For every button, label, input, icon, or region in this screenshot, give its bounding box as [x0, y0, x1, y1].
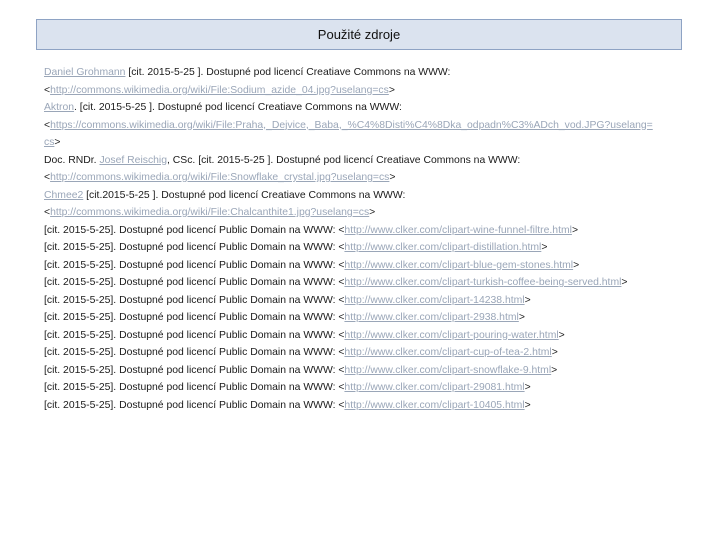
clipart-link[interactable]: http://www.clker.com/clipart-blue-gem-st…: [344, 260, 573, 271]
clipart-reference: [cit. 2015-5-25]. Dostupné pod licencí P…: [44, 397, 694, 415]
reference-line: Doc. RNDr. Josef Reischig, CSc. [cit. 20…: [44, 152, 694, 170]
clipart-link[interactable]: http://www.clker.com/clipart-distillatio…: [344, 242, 541, 253]
bracket-close: >: [541, 242, 548, 253]
clipart-link[interactable]: http://www.clker.com/clipart-14238.html: [344, 295, 524, 306]
bracket-close: >: [369, 207, 376, 218]
reference-text: [cit. 2015-5-25]. Dostupné pod licencí P…: [44, 364, 339, 376]
reference-line: Chmee2 [cit.2015-5-25 ]. Dostupné pod li…: [44, 187, 694, 205]
reference-line: <http://commons.wikimedia.org/wiki/File:…: [44, 204, 694, 222]
reference-line: <http://commons.wikimedia.org/wiki/File:…: [44, 82, 694, 100]
bracket-close: >: [388, 84, 395, 96]
reference-text: [cit. 2015-5-25]. Dostupné pod licencí P…: [44, 347, 339, 358]
clipart-link[interactable]: http://www.clker.com/clipart-wine-funnel…: [344, 225, 572, 236]
clipart-reference: [cit. 2015-5-25]. Dostupné pod licencí P…: [44, 292, 694, 310]
source-link[interactable]: https://commons.wikimedia.org/wiki/File:…: [50, 120, 653, 131]
clipart-link[interactable]: http://www.clker.com/clipart-2938.html: [344, 312, 518, 323]
clipart-link[interactable]: http://www.clker.com/clipart-turkish-cof…: [344, 277, 621, 288]
slide-title: Použité zdroje: [317, 27, 401, 42]
clipart-link[interactable]: http://www.clker.com/clipart-29081.html: [344, 382, 524, 393]
source-link[interactable]: http://commons.wikimedia.org/wiki/File:C…: [50, 207, 369, 218]
clipart-reference: [cit. 2015-5-25]. Dostupné pod licencí P…: [44, 379, 694, 397]
reference-text: . [cit. 2015-5-25 ]. Dostupné pod licenc…: [74, 102, 402, 113]
bracket-close: >: [571, 224, 579, 236]
bracket-close: >: [54, 137, 61, 148]
clipart-link[interactable]: http://www.clker.com/clipart-snowflake-9…: [344, 365, 551, 376]
clipart-reference: [cit. 2015-5-25]. Dostupné pod licencí P…: [44, 274, 694, 292]
bracket-close: >: [551, 347, 558, 358]
reference-text: [cit. 2015-5-25]. Dostupné pod licencí P…: [44, 329, 339, 341]
bracket-close: >: [621, 277, 628, 288]
clipart-reference: [cit. 2015-5-25]. Dostupné pod licencí P…: [44, 309, 694, 327]
reference-text: [cit. 2015-5-25]. Dostupné pod licencí P…: [44, 312, 339, 323]
reference-text: [cit. 2015-5-25]. Dostupné pod licencí P…: [44, 399, 339, 411]
reference-text: [cit. 2015-5-25]. Dostupné pod licencí P…: [44, 277, 339, 288]
clipart-link[interactable]: http://www.clker.com/clipart-cup-of-tea-…: [344, 347, 551, 358]
clipart-reference: [cit. 2015-5-25]. Dostupné pod licencí P…: [44, 222, 694, 240]
author-link[interactable]: Daniel Grohmann: [44, 67, 125, 78]
reference-line: <http://commons.wikimedia.org/wiki/File:…: [44, 169, 694, 187]
bracket-close: >: [524, 294, 531, 306]
source-link[interactable]: http://commons.wikimedia.org/wiki/File:S…: [50, 172, 389, 183]
clipart-reference: [cit. 2015-5-25]. Dostupné pod licencí P…: [44, 327, 694, 345]
author-link[interactable]: Aktron: [44, 102, 74, 113]
author-link[interactable]: Chmee2: [44, 190, 83, 201]
reference-line: <https://commons.wikimedia.org/wiki/File…: [44, 117, 694, 135]
source-link[interactable]: http://commons.wikimedia.org/wiki/File:S…: [50, 85, 389, 96]
references-list: Daniel Grohmann [cit. 2015-5-25 ]. Dostu…: [44, 64, 694, 414]
reference-text: [cit. 2015-5-25]. Dostupné pod licencí P…: [44, 224, 339, 236]
bracket-close: >: [558, 329, 565, 341]
bracket-close: >: [573, 259, 580, 271]
bracket-close: >: [524, 399, 531, 411]
bracket-close: >: [551, 364, 558, 376]
source-link-continuation[interactable]: cs: [44, 137, 54, 148]
author-link[interactable]: Josef Reischig: [99, 155, 167, 166]
clipart-link[interactable]: http://www.clker.com/clipart-pouring-wat…: [344, 330, 558, 341]
clipart-reference: [cit. 2015-5-25]. Dostupné pod licencí P…: [44, 257, 694, 275]
reference-text: Doc. RNDr.: [44, 154, 100, 166]
reference-text: , CSc. [cit. 2015-5-25 ]. Dostupné pod l…: [167, 154, 521, 166]
clipart-reference: [cit. 2015-5-25]. Dostupné pod licencí P…: [44, 239, 694, 257]
reference-text: [cit.2015-5-25 ]. Dostupné pod licencí C…: [83, 189, 406, 201]
bracket-close: >: [518, 312, 525, 323]
reference-text: [cit. 2015-5-25]. Dostupné pod licencí P…: [44, 259, 339, 271]
clipart-reference: [cit. 2015-5-25]. Dostupné pod licencí P…: [44, 344, 694, 362]
reference-text: [cit. 2015-5-25]. Dostupné pod licencí P…: [44, 242, 339, 253]
reference-line: cs>: [44, 134, 694, 152]
reference-line: Daniel Grohmann [cit. 2015-5-25 ]. Dostu…: [44, 64, 694, 82]
reference-text: [cit. 2015-5-25]. Dostupné pod licencí P…: [44, 294, 339, 306]
slide-title-box: Použité zdroje: [36, 19, 682, 50]
clipart-reference: [cit. 2015-5-25]. Dostupné pod licencí P…: [44, 362, 694, 380]
reference-text: [cit. 2015-5-25]. Dostupné pod licencí P…: [44, 382, 339, 393]
clipart-link[interactable]: http://www.clker.com/clipart-10405.html: [344, 400, 524, 411]
reference-text: [cit. 2015-5-25 ]. Dostupné pod licencí …: [125, 67, 451, 78]
bracket-close: >: [524, 382, 531, 393]
bracket-close: >: [389, 172, 396, 183]
reference-line: Aktron. [cit. 2015-5-25 ]. Dostupné pod …: [44, 99, 694, 117]
